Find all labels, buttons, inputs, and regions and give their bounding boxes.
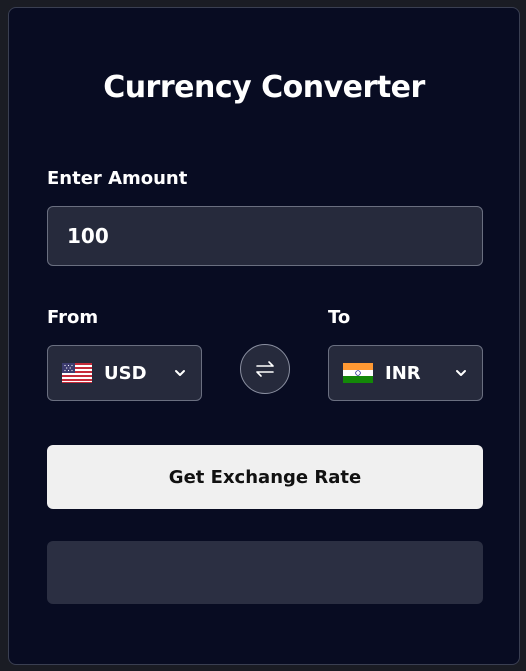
converter-card: Currency Converter Enter Amount From USD… — [8, 7, 520, 665]
chevron-down-icon — [175, 370, 185, 376]
chevron-down-icon — [456, 370, 466, 376]
amount-input[interactable] — [47, 206, 483, 266]
us-flag-icon — [62, 363, 92, 383]
amount-label: Enter Amount — [47, 168, 188, 189]
to-label: To — [328, 307, 351, 328]
from-currency-code: USD — [104, 362, 147, 384]
india-flag-icon — [343, 363, 373, 383]
swap-arrows-icon — [256, 361, 274, 377]
page-title: Currency Converter — [103, 70, 425, 105]
from-label: From — [47, 307, 99, 328]
exchange-rate-result — [47, 541, 483, 604]
get-exchange-rate-button[interactable]: Get Exchange Rate — [47, 445, 483, 509]
swap-currencies-button[interactable] — [240, 344, 290, 394]
from-currency-select[interactable]: USD — [47, 345, 202, 401]
to-currency-code: INR — [385, 362, 421, 384]
to-currency-select[interactable]: INR — [328, 345, 483, 401]
